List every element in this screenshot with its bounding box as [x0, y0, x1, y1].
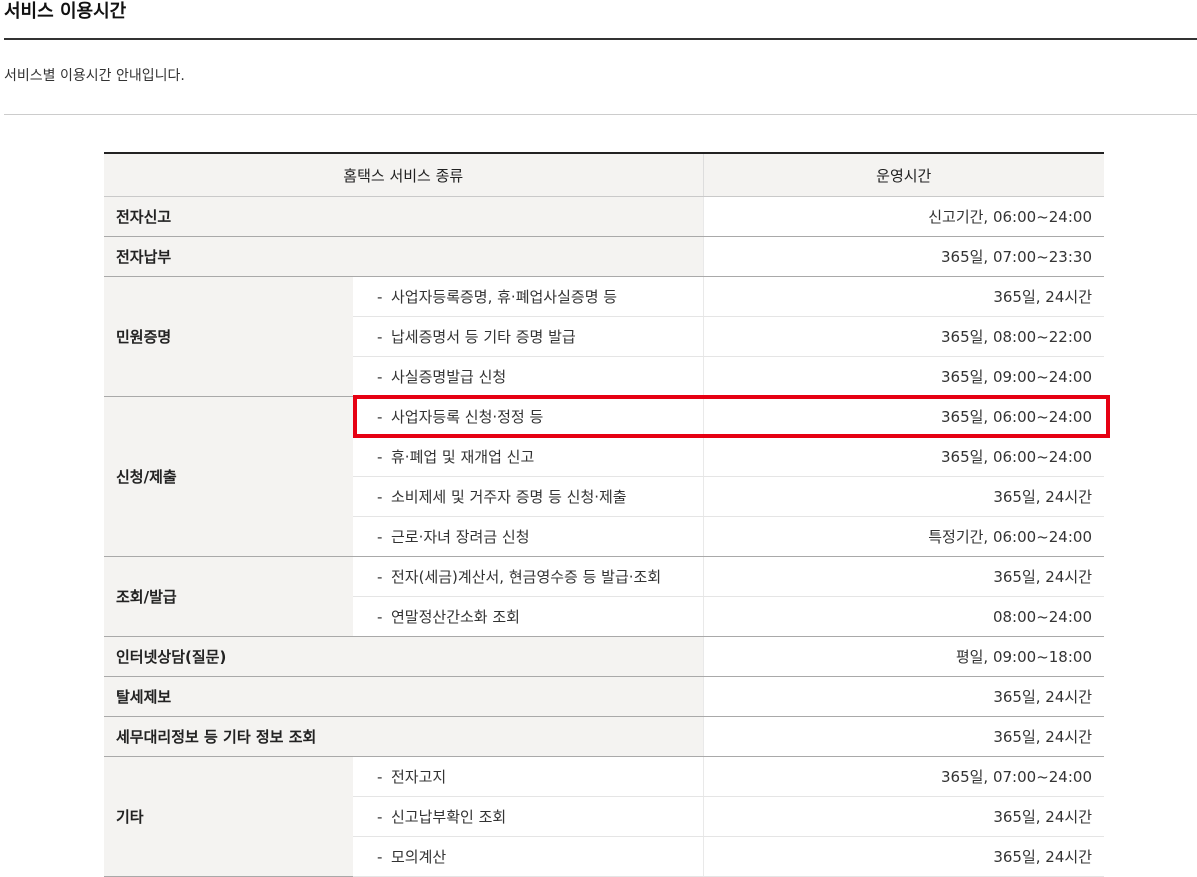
- service-item-cell: - 모의계산: [353, 836, 703, 877]
- service-item-cell: - 휴·폐업 및 재개업 신고: [353, 436, 703, 477]
- service-item-cell: - 신고납부확인 조회: [353, 796, 703, 837]
- page-title: 서비스 이용시간: [4, 1, 127, 22]
- table-row: 세무대리정보 등 기타 정보 조회 365일, 24시간: [104, 716, 1104, 757]
- service-item-cell: - 전자고지: [353, 756, 703, 797]
- hours-cell: 특정기간, 06:00~24:00: [702, 516, 1104, 557]
- divider: [4, 114, 1197, 115]
- page-header: 서비스 이용시간: [4, 0, 1197, 40]
- service-item-cell: - 전자(세금)계산서, 현금영수증 등 발급·조회: [353, 556, 703, 597]
- table-row: 기타 - 전자고지 365일, 07:00~24:00: [104, 756, 1104, 877]
- category-cell: 민원증명: [104, 276, 353, 397]
- service-item-cell: - 사업자등록 신청·정정 등: [353, 396, 703, 437]
- service-item-cell: - 근로·자녀 장려금 신청: [353, 516, 703, 557]
- table-header-row: 홈택스 서비스 종류 운영시간: [104, 152, 1104, 197]
- table-row: 신청/제출 - 사업자등록 신청·정정 등 365일, 06:00~24:00: [104, 396, 1104, 557]
- header-operating-hours: 운영시간: [702, 152, 1104, 197]
- service-item-cell: - 납세증명서 등 기타 증명 발급: [353, 316, 703, 357]
- service-item-cell: - 소비제세 및 거주자 증명 등 신청·제출: [353, 476, 703, 517]
- category-cell: 세무대리정보 등 기타 정보 조회: [104, 716, 703, 757]
- header-service-type: 홈택스 서비스 종류: [104, 152, 703, 197]
- category-cell: 탈세제보: [104, 676, 703, 717]
- hours-cell: 365일, 24시간: [702, 276, 1104, 317]
- hours-cell: 365일, 07:00~24:00: [702, 756, 1104, 797]
- service-item-cell: - 연말정산간소화 조회: [353, 596, 703, 637]
- table-row: 인터넷상담(질문) 평일, 09:00~18:00: [104, 636, 1104, 677]
- table-row: 전자납부 365일, 07:00~23:30: [104, 236, 1104, 277]
- table-row: 탈세제보 365일, 24시간: [104, 676, 1104, 717]
- service-item-cell: - 사업자등록증명, 휴·폐업사실증명 등: [353, 276, 703, 317]
- table-row: 조회/발급 - 전자(세금)계산서, 현금영수증 등 발급·조회 365일, 24…: [104, 556, 1104, 637]
- hours-cell: 365일, 08:00~22:00: [702, 316, 1104, 357]
- hours-cell: 365일, 24시간: [702, 796, 1104, 837]
- page-description: 서비스별 이용시간 안내입니다.: [4, 68, 185, 84]
- hours-cell: 08:00~24:00: [702, 596, 1104, 637]
- hours-cell: 365일, 09:00~24:00: [702, 356, 1104, 397]
- hours-cell: 365일, 07:00~23:30: [702, 236, 1104, 277]
- category-cell: 신청/제출: [104, 396, 353, 557]
- hours-cell: 365일, 06:00~24:00: [702, 396, 1104, 437]
- hours-cell: 신고기간, 06:00~24:00: [702, 196, 1104, 237]
- service-hours-table: 홈택스 서비스 종류 운영시간 전자신고 신고기간, 06:00~24:00 전…: [104, 152, 1104, 877]
- category-cell: 전자납부: [104, 236, 703, 277]
- hours-cell: 365일, 24시간: [702, 556, 1104, 597]
- hours-cell: 평일, 09:00~18:00: [702, 636, 1104, 677]
- category-cell: 전자신고: [104, 196, 703, 237]
- table-row: 민원증명 - 사업자등록증명, 휴·폐업사실증명 등 365일, 24시간: [104, 276, 1104, 397]
- category-cell: 기타: [104, 756, 353, 877]
- hours-cell: 365일, 24시간: [702, 716, 1104, 757]
- category-cell: 조회/발급: [104, 556, 353, 637]
- hours-cell: 365일, 06:00~24:00: [702, 436, 1104, 477]
- hours-cell: 365일, 24시간: [702, 676, 1104, 717]
- hours-cell: 365일, 24시간: [702, 476, 1104, 517]
- hours-cell: 365일, 24시간: [702, 836, 1104, 877]
- service-item-cell: - 사실증명발급 신청: [353, 356, 703, 397]
- category-cell: 인터넷상담(질문): [104, 636, 703, 677]
- table-row: 전자신고 신고기간, 06:00~24:00: [104, 196, 1104, 237]
